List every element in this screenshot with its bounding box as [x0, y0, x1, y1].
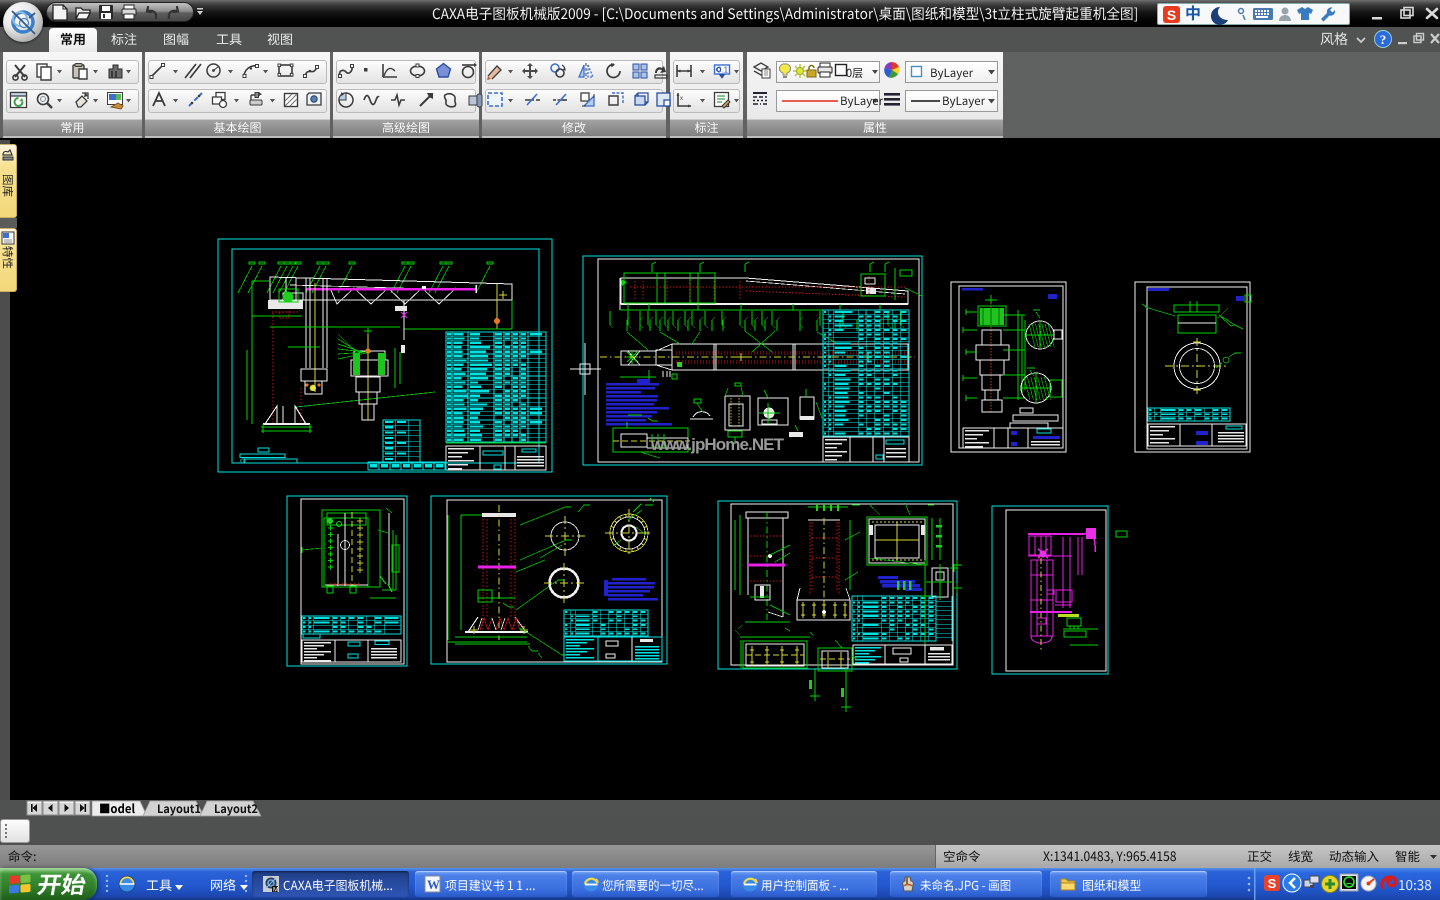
svg-text:S: S: [1268, 876, 1277, 891]
svg-text:W: W: [427, 877, 440, 892]
svg-text:0.1: 0.1: [717, 66, 729, 75]
svg-text:S: S: [1167, 7, 1176, 23]
svg-text:M: M: [273, 887, 278, 894]
svg-text:x: x: [680, 96, 683, 102]
